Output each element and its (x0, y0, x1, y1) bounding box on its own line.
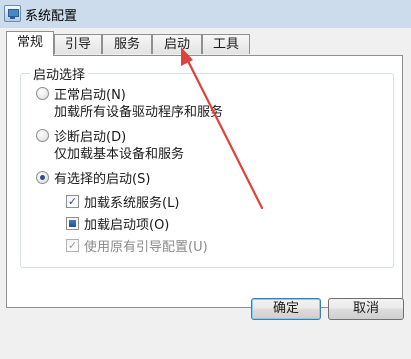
use-original-boot-config-label: 使用原有引导配置(U) (84, 240, 208, 255)
window-title: 系统配置 (25, 9, 78, 24)
window-frame: 系统配置 常规 引导 服务 启动 工具 启动选择 正常启动(N) 加载所有设备驱… (0, 0, 411, 359)
load-system-services-label[interactable]: 加载系统服务(L) (84, 192, 179, 211)
ok-button-label: 确定 (272, 301, 299, 316)
normal-startup-description: 加载所有设备驱动程序和服务 (54, 105, 224, 120)
startup-selection-caption: 启动选择 (30, 64, 89, 83)
tab-startup[interactable]: 启动 (152, 34, 202, 54)
tab-general[interactable]: 常规 (6, 31, 54, 56)
load-startup-items-checkbox[interactable] (66, 217, 79, 230)
cancel-button[interactable]: 取消 (328, 298, 404, 320)
system-config-icon (4, 5, 21, 22)
tab-startup-label: 启动 (163, 37, 190, 52)
normal-startup-radio[interactable] (36, 87, 49, 100)
selective-startup-label[interactable]: 有选择的启动(S) (54, 168, 150, 187)
tab-tools-label: 工具 (212, 37, 239, 52)
use-original-boot-config-checkbox: ✓ (66, 239, 79, 252)
cancel-button-label: 取消 (352, 301, 379, 316)
diagnostic-startup-description: 仅加载基本设备和服务 (54, 147, 185, 162)
title-bar[interactable]: 系统配置 (0, 0, 411, 28)
load-startup-items-label[interactable]: 加载启动项(O) (84, 214, 169, 233)
tab-services-label: 服务 (113, 37, 140, 52)
ok-button[interactable]: 确定 (251, 298, 321, 320)
tab-general-label: 常规 (16, 35, 43, 50)
tab-boot-label: 引导 (64, 37, 91, 52)
load-system-services-checkbox[interactable]: ✓ (66, 195, 79, 208)
tab-tools[interactable]: 工具 (202, 34, 250, 54)
tab-boot[interactable]: 引导 (54, 34, 102, 54)
selective-startup-radio[interactable] (36, 171, 49, 184)
tab-services[interactable]: 服务 (102, 34, 152, 54)
diagnostic-startup-radio[interactable] (36, 129, 49, 142)
